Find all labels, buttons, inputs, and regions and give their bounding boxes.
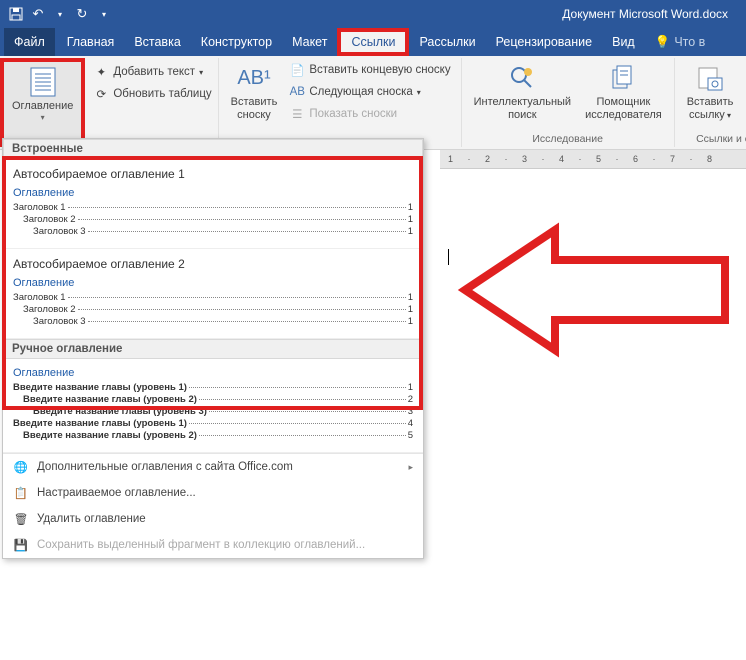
insert-endnote-button[interactable]: 📄Вставить концевую сноску bbox=[285, 60, 454, 80]
tab-insert[interactable]: Вставка bbox=[124, 28, 190, 56]
add-text-icon: ✦ bbox=[93, 64, 109, 80]
endnote-icon: 📄 bbox=[289, 62, 305, 78]
tab-references[interactable]: Ссылки bbox=[337, 28, 409, 56]
toc-gallery-dropdown: Встроенные Автособираемое оглавление 1 О… bbox=[2, 138, 424, 559]
smart-lookup-icon bbox=[506, 62, 538, 94]
toc-line: Заголовок 11 bbox=[13, 292, 413, 303]
gallery-header-builtin: Встроенные bbox=[3, 139, 423, 159]
toc-button[interactable]: Оглавление ▾ bbox=[0, 58, 85, 147]
show-notes-icon: ☰ bbox=[289, 106, 305, 122]
toc-line: Заголовок 31 bbox=[13, 226, 413, 237]
qat-more-icon[interactable]: ▾ bbox=[96, 6, 112, 22]
add-text-button[interactable]: ✦Добавить текст▾ bbox=[89, 62, 215, 82]
toc-line: Заголовок 21 bbox=[13, 214, 413, 225]
next-footnote-icon: AB bbox=[289, 84, 305, 100]
gallery-header-manual: Ручное оглавление bbox=[3, 339, 423, 359]
gallery-preview: Оглавление Введите название главы (урове… bbox=[13, 367, 413, 441]
annotation-arrow-left bbox=[455, 220, 735, 363]
gallery-preview: Оглавление Заголовок 11Заголовок 21Загол… bbox=[13, 277, 413, 327]
bulb-icon: 💡 bbox=[655, 35, 671, 50]
next-footnote-button[interactable]: ABСледующая сноска ▾ bbox=[285, 82, 454, 102]
tell-me[interactable]: 💡Что в bbox=[645, 28, 716, 56]
gallery-item-title: Автособираемое оглавление 2 bbox=[13, 257, 413, 271]
toc-line: Введите название главы (уровень 3)3 bbox=[13, 406, 413, 417]
toc-line: Введите название главы (уровень 2)2 bbox=[13, 394, 413, 405]
redo-icon[interactable]: ↻ bbox=[74, 6, 90, 22]
link-small-2[interactable]: 🔗 bbox=[741, 84, 746, 104]
chevron-down-icon[interactable]: ▾ bbox=[52, 6, 68, 22]
save-icon[interactable] bbox=[8, 6, 24, 22]
link-small-1[interactable]: 🔖 bbox=[741, 62, 746, 82]
insert-link-icon bbox=[694, 62, 726, 94]
document-title: Документ Microsoft Word.docx bbox=[112, 7, 738, 21]
links-group-label: Ссылки и с bbox=[696, 133, 746, 147]
remove-toc-button[interactable]: 🗑 Удалить оглавление bbox=[3, 506, 423, 532]
researcher-icon bbox=[607, 62, 639, 94]
undo-icon[interactable]: ↶ bbox=[30, 6, 46, 22]
toc-line: Заголовок 31 bbox=[13, 316, 413, 327]
footnote-icon: AB¹ bbox=[238, 62, 270, 94]
toc-line: Введите название главы (уровень 1)1 bbox=[13, 382, 413, 393]
gallery-preview: Оглавление Заголовок 11Заголовок 21Загол… bbox=[13, 187, 413, 237]
toc-icon bbox=[27, 66, 59, 98]
gallery-footer: 🌐 Дополнительные оглавления с сайта Offi… bbox=[3, 453, 423, 558]
toc-line: Введите название главы (уровень 1)4 bbox=[13, 418, 413, 429]
quick-access-toolbar: ↶ ▾ ↻ ▾ bbox=[8, 6, 112, 22]
research-group-label: Исследование bbox=[532, 133, 603, 147]
custom-toc-button[interactable]: 📋 Настраиваемое оглавление... bbox=[3, 480, 423, 506]
researcher-button[interactable]: Помощникисследователя bbox=[579, 60, 668, 123]
toc-line: Заголовок 11 bbox=[13, 202, 413, 213]
ruler: 1 · 2 · 3 · 4 · 5 · 6 · 7 · 8 bbox=[440, 150, 746, 168]
show-notes-button[interactable]: ☰Показать сноски bbox=[285, 104, 454, 124]
tab-view[interactable]: Вид bbox=[602, 28, 645, 56]
save-selection-icon: 💾 bbox=[13, 537, 29, 553]
tab-home[interactable]: Главная bbox=[57, 28, 125, 56]
ribbon-group-footnotes: AB¹ Вставитьсноску 📄Вставить концевую сн… bbox=[219, 58, 462, 147]
office-icon: 🌐 bbox=[13, 459, 29, 475]
tab-mailings[interactable]: Рассылки bbox=[409, 28, 485, 56]
gallery-item-auto1[interactable]: Автособираемое оглавление 1 Оглавление З… bbox=[3, 159, 423, 249]
tab-file[interactable]: Файл bbox=[4, 28, 55, 56]
tab-review[interactable]: Рецензирование bbox=[486, 28, 603, 56]
remove-icon: 🗑 bbox=[13, 511, 29, 527]
chevron-right-icon: ▸ bbox=[408, 462, 413, 473]
toc-line: Заголовок 21 bbox=[13, 304, 413, 315]
gallery-item-auto2[interactable]: Автособираемое оглавление 2 Оглавление З… bbox=[3, 249, 423, 339]
ribbon-group-links: Вставитьссылку ▾ 🔖 🔗 Ссылки и с bbox=[675, 58, 746, 147]
smart-lookup-button[interactable]: Интеллектуальныйпоиск bbox=[468, 60, 577, 123]
toc-label: Оглавление bbox=[12, 100, 73, 113]
ribbon: Оглавление ▾ ✦Добавить текст▾ ⟳Обновить … bbox=[0, 56, 746, 150]
insert-link-button[interactable]: Вставитьссылку ▾ bbox=[681, 60, 740, 123]
toc-line: Введите название главы (уровень 2)5 bbox=[13, 430, 413, 441]
save-selection-button[interactable]: 💾 Сохранить выделенный фрагмент в коллек… bbox=[3, 532, 423, 558]
gallery-item-manual[interactable]: Оглавление Введите название главы (урове… bbox=[3, 359, 423, 453]
ribbon-group-toc: Оглавление ▾ ✦Добавить текст▾ ⟳Обновить … bbox=[0, 58, 219, 147]
tab-layout[interactable]: Макет bbox=[282, 28, 337, 56]
refresh-icon: ⟳ bbox=[93, 86, 109, 102]
custom-toc-icon: 📋 bbox=[13, 485, 29, 501]
tab-design[interactable]: Конструктор bbox=[191, 28, 282, 56]
update-table-button[interactable]: ⟳Обновить таблицу bbox=[89, 84, 215, 104]
gallery-item-title: Автособираемое оглавление 1 bbox=[13, 167, 413, 181]
chevron-down-icon: ▾ bbox=[41, 113, 45, 122]
ribbon-group-research: Интеллектуальныйпоиск Помощникисследоват… bbox=[462, 58, 675, 147]
insert-footnote-button[interactable]: AB¹ Вставитьсноску bbox=[225, 60, 284, 123]
more-from-office-button[interactable]: 🌐 Дополнительные оглавления с сайта Offi… bbox=[3, 454, 423, 480]
titlebar: ↶ ▾ ↻ ▾ Документ Microsoft Word.docx bbox=[0, 0, 746, 28]
menubar: Файл Главная Вставка Конструктор Макет С… bbox=[0, 28, 746, 56]
